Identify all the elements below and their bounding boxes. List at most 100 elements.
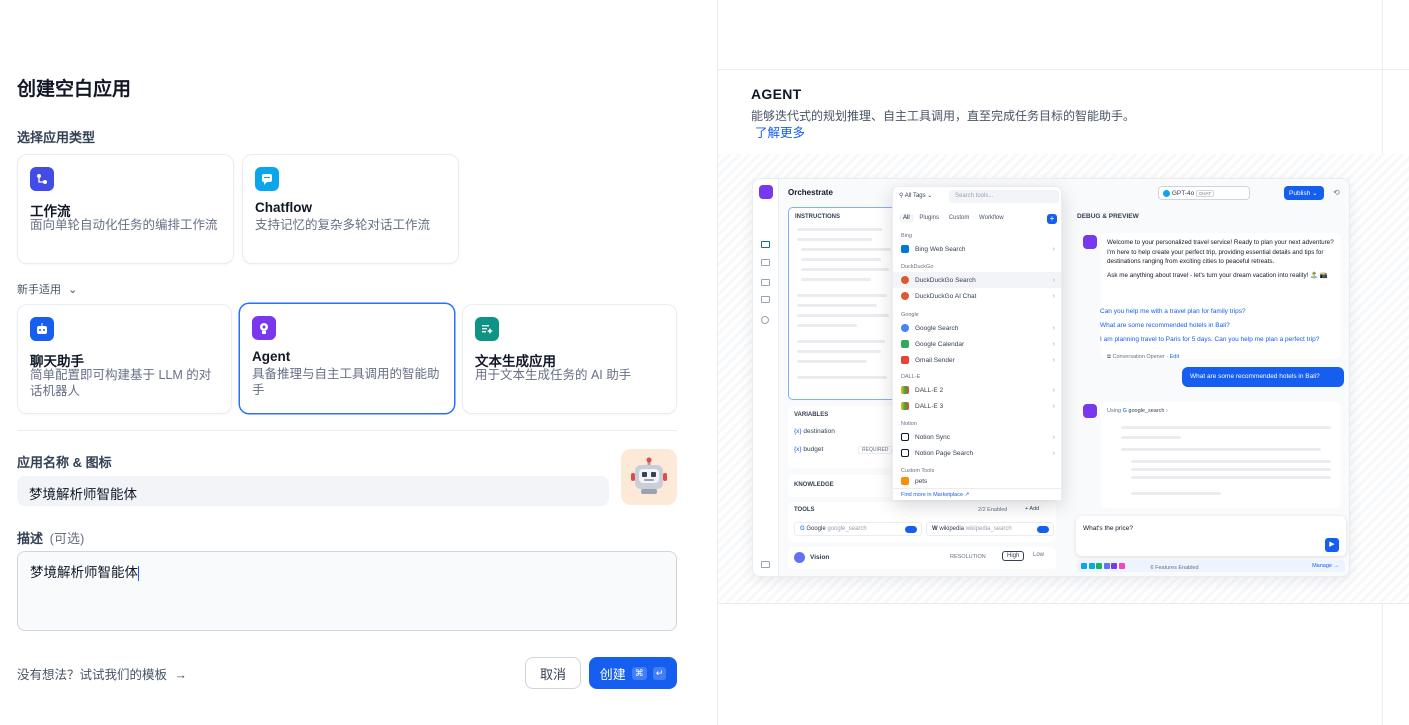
preview-type-desc: 能够迭代式的规划推理、自主工具调用，直至完成任务目标的智能助手。 [751, 109, 1136, 123]
app-name-input[interactable]: 梦境解析师智能体 [17, 476, 609, 506]
toggle-switch [905, 526, 917, 533]
newbie-section-toggle[interactable]: 新手适用 ⌄ [17, 281, 77, 297]
tool-search-input: Search tools... [949, 190, 1059, 203]
duckduckgo-icon [901, 292, 909, 300]
tab-workflow: Workflow [979, 215, 1004, 221]
app-type-chatflow-card[interactable]: Chatflow 支持记忆的复杂多轮对话工作流 [242, 154, 459, 264]
tool-item-label: Google Search [915, 324, 959, 332]
tool-item-label: DuckDuckGo Search [915, 276, 976, 284]
app-name-value: 梦境解析师智能体 [29, 487, 137, 502]
opener-label: Conversation Opener [1112, 354, 1165, 360]
newbie-label: 新手适用 [17, 284, 61, 296]
chat-input: What's the price? ▶ [1076, 516, 1346, 556]
description-label-row: 描述 (可选) [17, 528, 84, 547]
text-caret [138, 565, 139, 581]
card-title: Chatflow [255, 200, 312, 215]
text-generation-icon [475, 317, 499, 341]
tab-custom: Custom [948, 215, 970, 221]
variable-name: destination [803, 428, 835, 435]
bing-icon [901, 245, 909, 253]
workflow-icon [30, 167, 54, 191]
using-tool-indicator: Using G google_search › [1107, 408, 1168, 414]
sidebar-toggle-icon [761, 561, 770, 568]
create-button[interactable]: 创建 ⌘ ↵ [589, 657, 677, 689]
learn-more-link[interactable]: 了解更多 [755, 122, 805, 141]
variables-section: VARIABLES {x} destination {x} budget REQ… [788, 406, 900, 468]
tool-id: wikipedia_search [965, 526, 1012, 532]
description-value: 梦境解析师智能体 [30, 565, 138, 580]
chat-input-text: What's the price? [1083, 525, 1134, 532]
tool-google: G Google google_search [794, 522, 922, 536]
eye-icon [794, 552, 805, 563]
suggested-question: What are some recommended hotels in Bali… [1100, 322, 1230, 329]
app-type-agent-card[interactable]: Agent 具备推理与自主工具调用的智能助手 [239, 303, 455, 414]
preview-type-title: AGENT [751, 86, 802, 102]
welcome-text: Welcome to your personalized travel serv… [1107, 239, 1334, 265]
tools-section: TOOLS 2/2 Enabled + Add G Google google_… [788, 502, 1056, 542]
knowledge-label: KNOWLEDGE [794, 482, 834, 488]
publish-label: Publish [1289, 190, 1311, 197]
google-icon [901, 324, 909, 332]
tool-group-label: DALL-E [901, 374, 921, 380]
bot-avatar [1083, 404, 1097, 418]
history-icon: ⟲ [1333, 188, 1340, 197]
required-badge: REQUIRED [858, 446, 893, 454]
tool-item: Google Calendar › [893, 336, 1061, 352]
edit-link: Edit [1169, 354, 1180, 360]
suggested-question: Can you help me with a travel plan for f… [1100, 308, 1246, 315]
features-bar: 6 Features Enabled Manage → [1077, 560, 1345, 572]
cmd-key-icon: ⌘ [631, 666, 647, 680]
app-icon-picker[interactable] [621, 449, 677, 505]
tool-item-label: DALL-E 3 [915, 402, 944, 410]
description-textarea[interactable]: 梦境解析师智能体 [17, 551, 677, 631]
all-tags-label: All Tags [904, 193, 926, 199]
tool-group-label: Notion [901, 421, 917, 427]
model-name: GPT-4o [1171, 190, 1195, 198]
dalle-icon [901, 386, 909, 394]
tab-all: All [899, 214, 914, 222]
card-desc: 用于文本生成任务的 AI 助手 [475, 368, 632, 382]
terminal-icon [761, 259, 770, 266]
vision-label: Vision [810, 554, 830, 561]
tool-group-label: Custom Tools [901, 468, 935, 474]
app-type-text-generation-card[interactable]: 文本生成应用 用于文本生成任务的 AI 助手 [462, 304, 677, 414]
create-app-form: 创建空白应用 选择应用类型 工作流 面向单轮自动化任务的编排工作流 Chatfl… [0, 0, 717, 725]
openai-icon [1163, 190, 1170, 197]
tool-item: Notion Sync › [893, 429, 1061, 445]
instructions-label: INSTRUCTIONS [795, 214, 840, 220]
tool-item: Notion Page Search › [893, 445, 1061, 461]
tool-wikipedia: W wikipedia wikipedia_search [926, 522, 1054, 536]
chevron-down-icon: ⌄ [68, 284, 78, 296]
vision-section: Vision RESOLUTION High Low [788, 547, 1056, 569]
agent-icon [252, 316, 276, 340]
app-type-label: 选择应用类型 [17, 130, 96, 145]
notion-icon [901, 449, 909, 457]
app-name-label: 应用名称 & 图标 [17, 455, 112, 470]
card-desc: 面向单轮自动化任务的编排工作流 [30, 218, 218, 232]
divider [17, 430, 677, 431]
divider [718, 69, 1409, 70]
app-type-workflow-card[interactable]: 工作流 面向单轮自动化任务的编排工作流 [17, 154, 234, 264]
debug-panel: DEBUG & PREVIEW Welcome to your personal… [1071, 207, 1349, 576]
tool-item-label: Notion Page Search [915, 449, 974, 457]
tool-picker-dropdown: ⚲ All Tags ⌄ Search tools... All Plugins… [892, 186, 1062, 500]
card-desc: 具备推理与自主工具调用的智能助手 [252, 367, 440, 397]
cancel-button[interactable]: 取消 [525, 657, 581, 689]
resolution-high: High [1002, 551, 1025, 561]
agent-preview-screenshot: Orchestrate INSTRUCTIONS VARIABLES {x} d… [752, 178, 1350, 577]
enter-key-icon: ↵ [652, 666, 667, 680]
duckduckgo-icon [901, 276, 909, 284]
notion-icon [901, 433, 909, 441]
model-badge: CHAT [1196, 190, 1214, 198]
features-count: 6 Features Enabled [1150, 565, 1199, 571]
app-type-chat-assistant-card[interactable]: 聊天助手 简单配置即可构建基于 LLM 的对话机器人 [17, 304, 232, 414]
using-tool-name: google_search [1128, 408, 1165, 414]
template-link-text: 没有想法？试试我们的模板 [17, 668, 168, 682]
description-label: 描述 [17, 531, 44, 546]
variable-name: budget [803, 446, 824, 453]
robot-emoji-icon [631, 457, 667, 494]
tool-item: Google Search › [893, 320, 1061, 336]
try-template-link[interactable]: 没有想法？试试我们的模板 → [17, 664, 187, 683]
variable-destination: {x} destination [794, 428, 835, 435]
annotation-icon [761, 296, 770, 303]
